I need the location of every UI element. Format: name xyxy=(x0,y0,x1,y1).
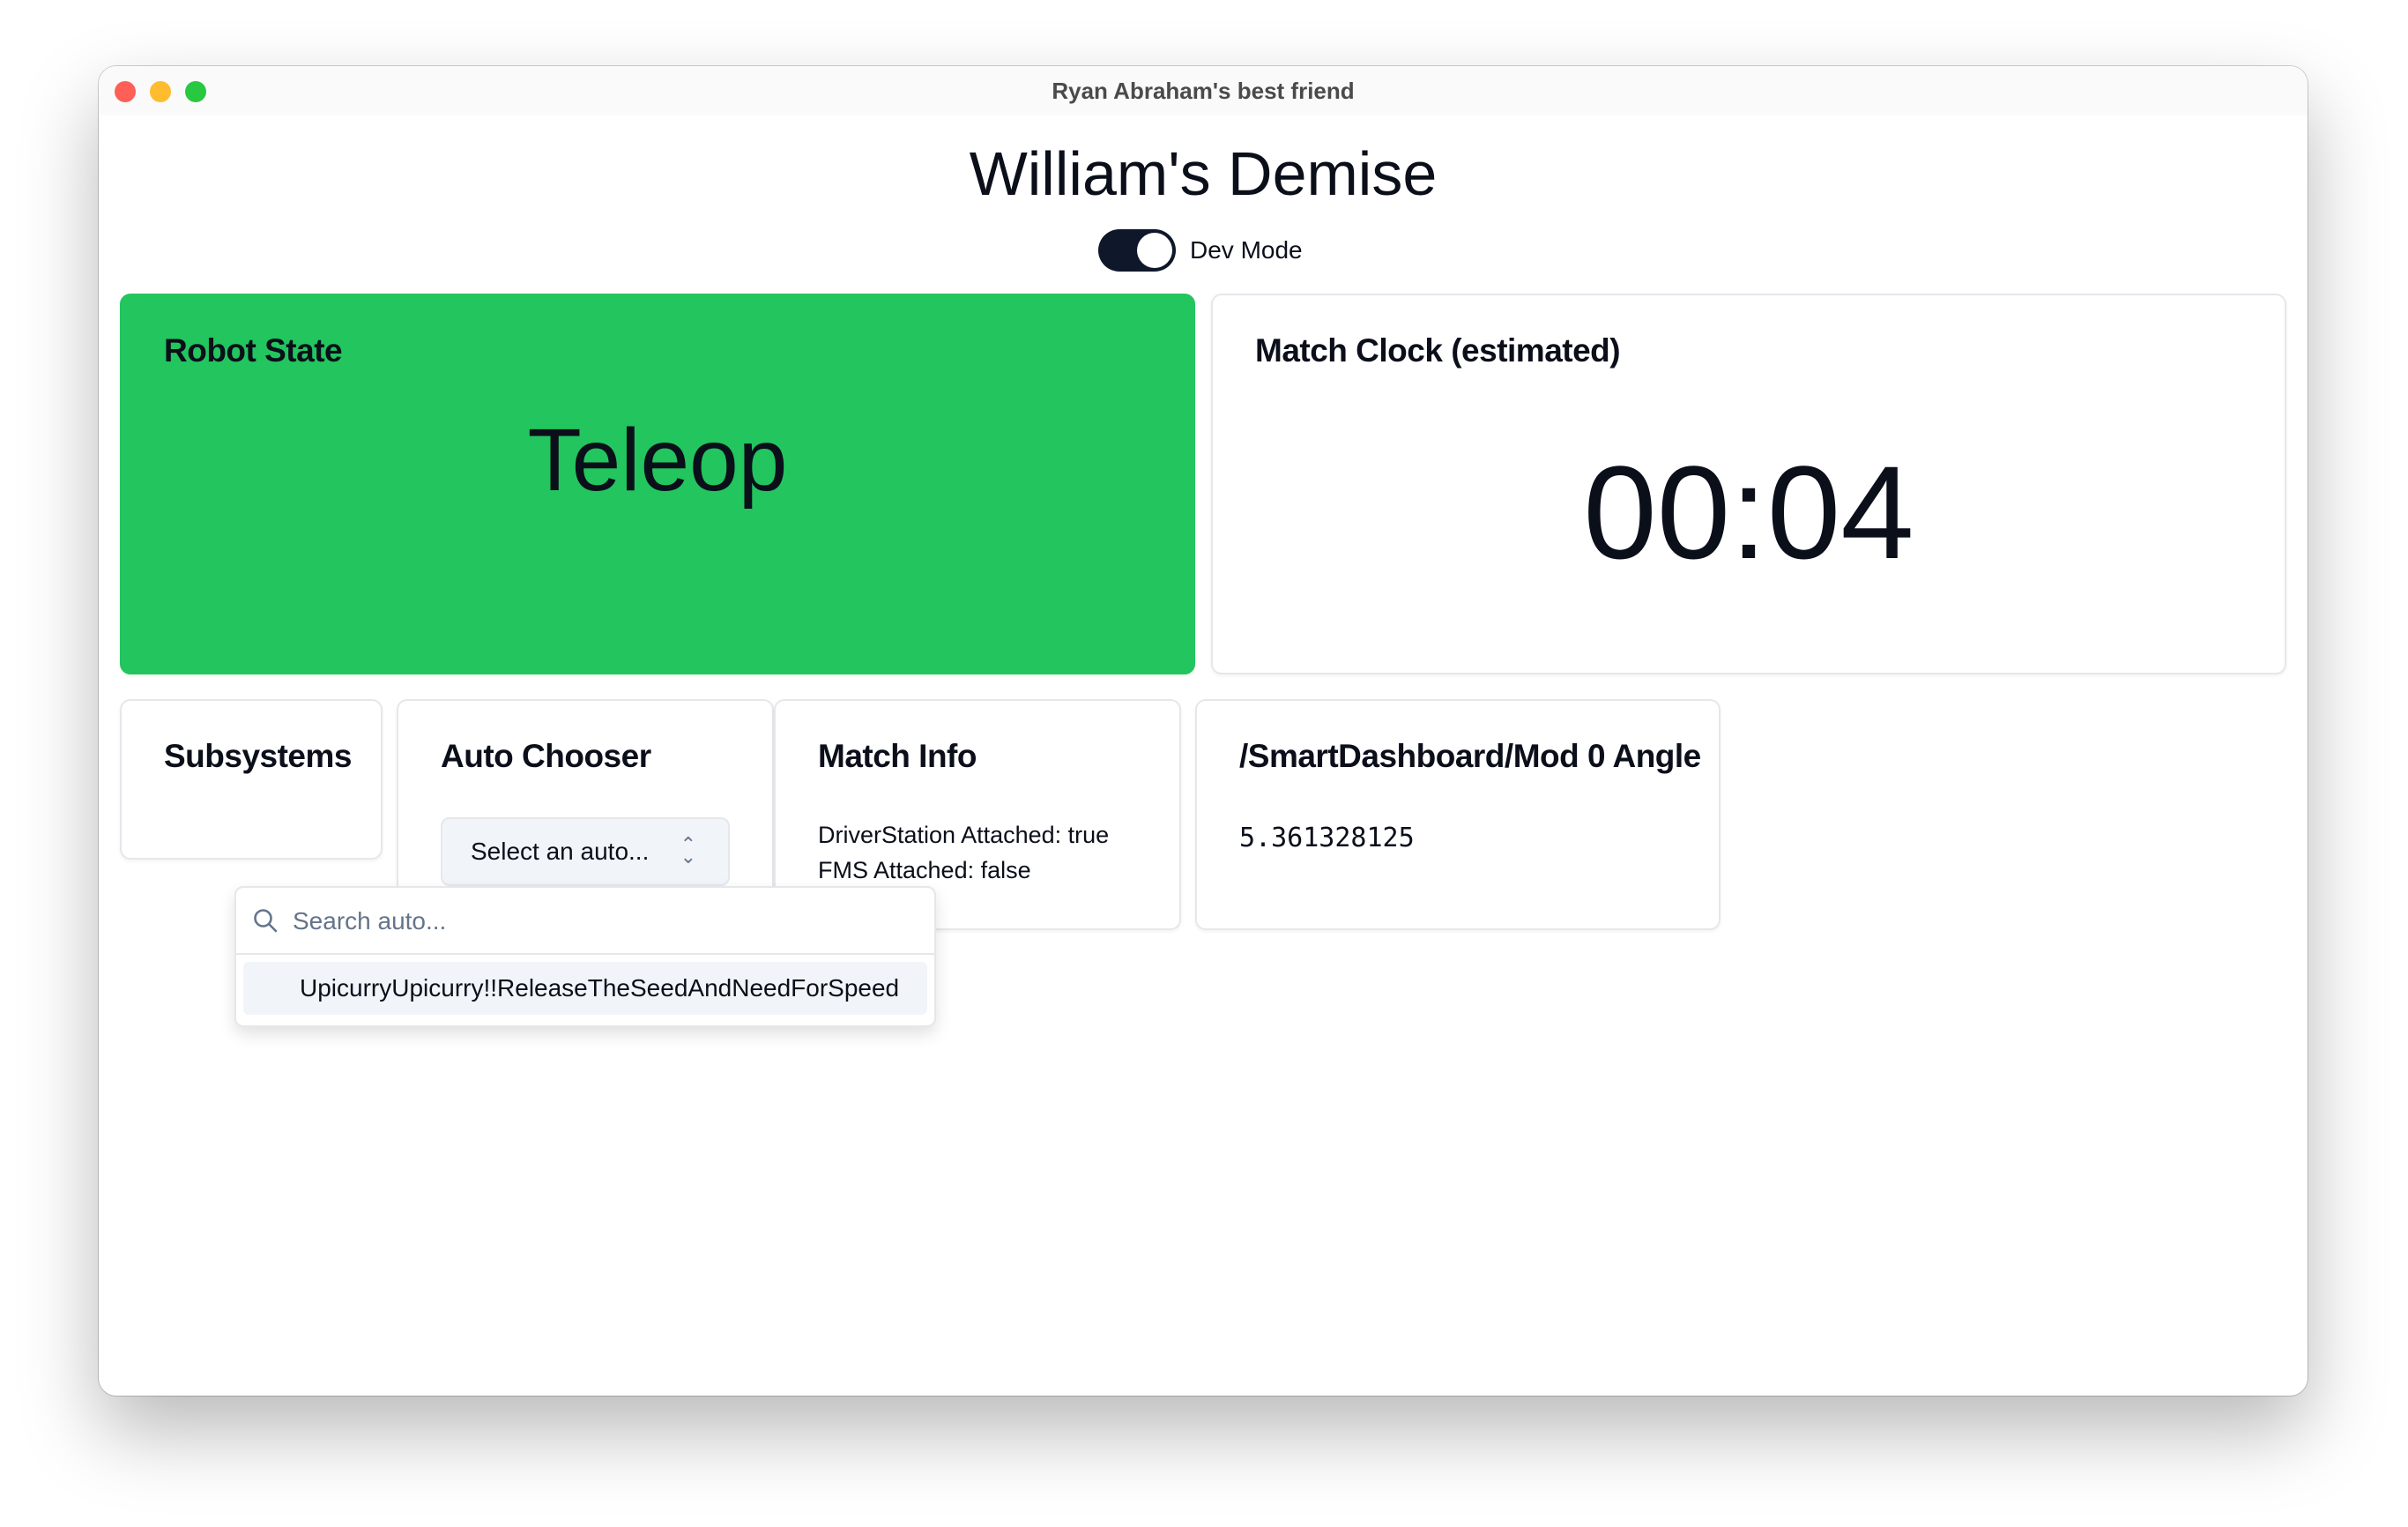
auto-dropdown: UpicurryUpicurry!!ReleaseTheSeedAndNeedF… xyxy=(234,886,936,1027)
match-info-title: Match Info xyxy=(818,738,977,774)
auto-select-label: Select an auto... xyxy=(471,838,650,865)
match-info-lines: DriverStation Attached: true FMS Attache… xyxy=(818,817,1109,888)
search-auto-input[interactable] xyxy=(291,898,911,944)
mod-angle-title: /SmartDashboard/Mod 0 Angle xyxy=(1239,738,1701,774)
chevron-up-down-icon: ⌃ ⌄ xyxy=(680,833,696,868)
robot-state-card: Robot State Teleop xyxy=(120,294,1195,674)
subsystems-card: Subsystems xyxy=(120,699,383,860)
match-clock-card: Match Clock (estimated) 00:04 xyxy=(1211,294,2286,674)
fms-status: FMS Attached: false xyxy=(818,857,1031,883)
mod-angle-card: /SmartDashboard/Mod 0 Angle 5.361328125 xyxy=(1195,699,1721,930)
window-title: Ryan Abraham's best friend xyxy=(1052,78,1355,104)
app-window: Ryan Abraham's best friend William's Dem… xyxy=(99,66,2308,1396)
dev-mode-toggle[interactable] xyxy=(1098,229,1176,272)
search-row xyxy=(236,888,934,955)
match-clock-value: 00:04 xyxy=(1583,438,1914,586)
robot-state-title: Robot State xyxy=(164,332,343,369)
auto-option[interactable]: UpicurryUpicurry!!ReleaseTheSeedAndNeedF… xyxy=(243,962,927,1015)
dev-mode-label: Dev Mode xyxy=(1190,236,1303,264)
mod-angle-value: 5.361328125 xyxy=(1239,823,1415,853)
auto-chooser-title: Auto Chooser xyxy=(441,738,651,774)
auto-select-button[interactable]: Select an auto... ⌃ ⌄ xyxy=(441,817,730,886)
title-bar: Ryan Abraham's best friend xyxy=(99,66,2308,115)
dev-mode-toggle-group: Dev Mode xyxy=(1098,228,1303,272)
search-icon xyxy=(252,907,279,938)
match-clock-title: Match Clock (estimated) xyxy=(1255,332,1621,369)
robot-state-value: Teleop xyxy=(527,411,788,510)
subsystems-title: Subsystems xyxy=(164,738,353,774)
driverstation-status: DriverStation Attached: true xyxy=(818,822,1110,848)
toggle-knob xyxy=(1137,233,1172,268)
page-title: William's Demise xyxy=(969,139,1438,208)
